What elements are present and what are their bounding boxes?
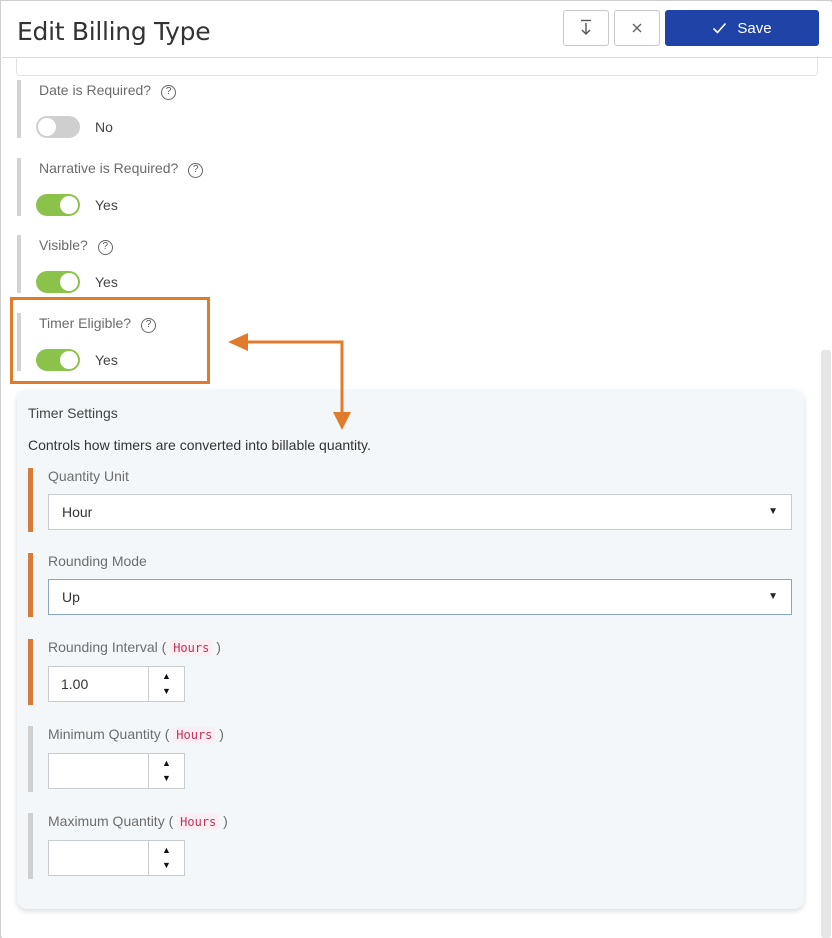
close-icon bbox=[632, 23, 642, 33]
save-button-label: Save bbox=[737, 19, 772, 37]
download-arrow-icon bbox=[581, 19, 591, 35]
close-button[interactable] bbox=[614, 10, 660, 46]
annotation-arrow bbox=[228, 333, 351, 430]
dialog-header: Edit Billing Type Save bbox=[2, 2, 832, 58]
save-button[interactable]: Save bbox=[665, 10, 819, 46]
collapse-button[interactable] bbox=[563, 10, 609, 46]
checkmark-icon bbox=[713, 22, 727, 34]
form-scroll-area[interactable]: Date is Required?? No Narrative is Requi… bbox=[2, 58, 832, 938]
page-title: Edit Billing Type bbox=[17, 17, 211, 46]
dialog-window: Edit Billing Type Save Date is Required?… bbox=[0, 0, 832, 938]
